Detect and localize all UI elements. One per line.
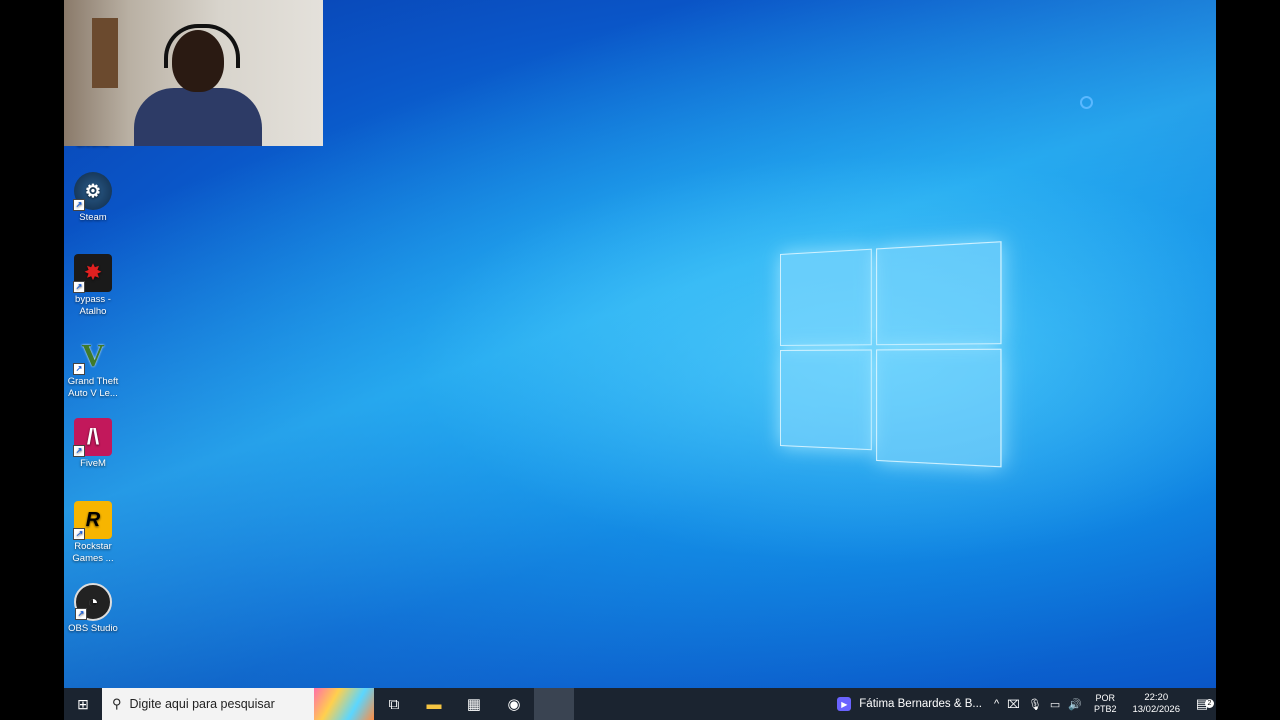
media-play-icon: ▶ [837,697,851,711]
webcam-background-door [92,18,118,88]
windows-logo [780,241,1004,481]
gta-v-icon: V ↗ [74,336,112,374]
task-view-icon: ⧉ [389,696,400,713]
shortcut-arrow-icon: ↗ [73,199,85,211]
store-icon: ▦ [467,695,481,713]
microsoft-store-button[interactable]: ▦ [454,688,494,720]
windows-logo-pane [876,241,1002,345]
desktop-icon-label: Steam [64,212,122,224]
desktop-icon-label: bypass - Atalho [64,294,122,318]
webcam-person-body [134,88,262,146]
shortcut-arrow-icon: ↗ [75,608,87,620]
obs-taskbar-button[interactable]: ◉ [494,688,534,720]
windows-start-icon: ⊞ [77,696,89,713]
shortcut-arrow-icon: ↗ [73,445,85,457]
windows-logo-pane [780,249,872,346]
task-view-button[interactable]: ⧉ [374,688,414,720]
desktop-icon-label: Grand Theft Auto V Le... [64,376,122,400]
media-title: Fátima Bernardes & B... [859,698,982,710]
shortcut-arrow-icon: ↗ [73,281,85,293]
search-placeholder: Digite aqui para pesquisar [130,697,275,711]
busy-cursor-icon [1080,96,1093,109]
desktop-icon-bypass[interactable]: ✸ ↗ bypass - Atalho [64,254,122,318]
file-explorer-button[interactable]: ▬ [414,688,454,720]
device-icon[interactable]: ⌧ [1007,698,1020,711]
clock-date: 13/02/2026 [1132,704,1180,716]
clock-time: 22:20 [1132,692,1180,704]
desktop-icon-gta-v[interactable]: V ↗ Grand Theft Auto V Le... [64,336,122,400]
media-widget[interactable]: ▶ Fátima Bernardes & B... [837,697,982,711]
network-icon[interactable]: ▭ [1050,698,1060,711]
desktop-icon-steam[interactable]: ⚙ ↗ Steam [64,172,122,224]
webcam-overlay [64,0,323,146]
clock[interactable]: 22:20 13/02/2026 [1132,692,1180,716]
taskbar: ⊞ ⚲ Digite aqui para pesquisar ⧉ ▬ ▦ ◉ ▶… [64,688,1216,720]
obs-studio-icon: ◔ ↗ [74,583,112,621]
windows-logo-pane [876,349,1002,468]
search-box[interactable]: ⚲ Digite aqui para pesquisar [102,688,374,720]
desktop-icon-obs-studio[interactable]: ◔ ↗ OBS Studio [64,583,122,635]
system-tray: ^ ⌧ 🎙 ▭ 🔊 [990,698,1086,711]
notifications-button[interactable]: ▤ 2 [1188,696,1216,712]
volume-icon[interactable]: 🔊 [1068,698,1082,711]
bypass-icon: ✸ ↗ [74,254,112,292]
search-icon: ⚲ [112,696,122,712]
shortcut-arrow-icon: ↗ [73,528,85,540]
search-highlight-icon [314,688,374,720]
headphones-icon [164,24,240,68]
desktop-icon-fivem[interactable]: /\ ↗ FiveM [64,418,122,470]
microphone-icon[interactable]: 🎙 [1028,698,1042,711]
start-button[interactable]: ⊞ [64,688,102,720]
shortcut-arrow-icon: ↗ [73,363,85,375]
chevron-up-icon[interactable]: ^ [994,698,999,710]
notification-count: 2 [1205,699,1214,708]
language-code: POR [1094,693,1117,704]
folder-icon: ▬ [427,696,442,713]
desktop-icon-rockstar-games[interactable]: R ↗ Rockstar Games ... [64,501,122,565]
fivem-icon: /\ ↗ [74,418,112,456]
language-indicator[interactable]: POR PTB2 [1094,693,1117,715]
desktop-icon-label: FiveM [64,458,122,470]
steam-icon: ⚙ ↗ [74,172,112,210]
windows-logo-pane [780,349,872,450]
keyboard-layout: PTB2 [1094,704,1117,715]
obs-recording-icon: ◉ [507,695,520,713]
rockstar-games-icon: R ↗ [74,501,112,539]
active-app-button[interactable] [534,688,574,720]
desktop-icon-label: OBS Studio [64,623,122,635]
desktop-icon-label: Rockstar Games ... [64,541,122,565]
